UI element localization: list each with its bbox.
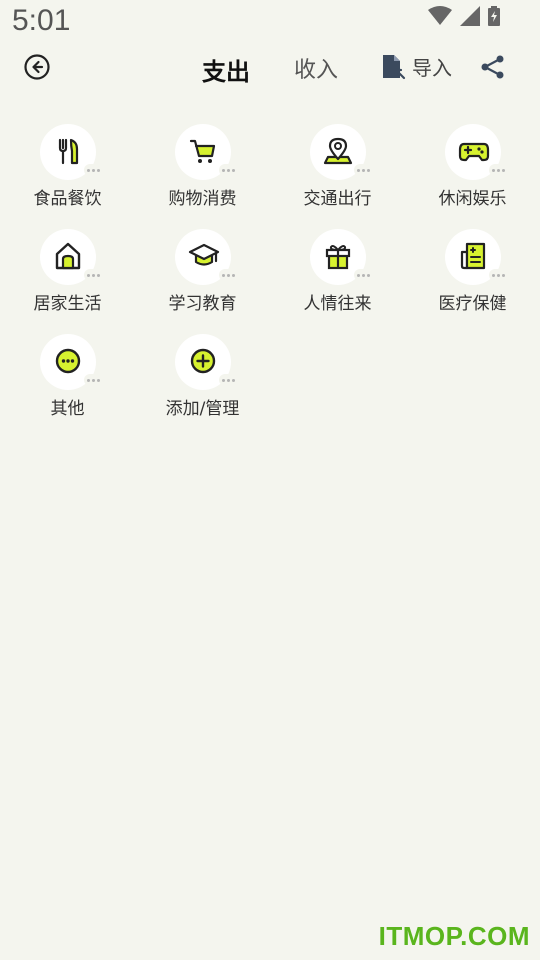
status-bar: 5:01: [0, 0, 540, 44]
file-import-icon: [383, 54, 406, 79]
category-label: 居家生活: [33, 294, 102, 314]
more-dots-icon: [218, 269, 239, 281]
more-dots-icon: [353, 269, 374, 281]
category-icon-circle: [39, 334, 104, 390]
watermark: ITMOP.COM: [378, 921, 530, 951]
more-dots-icon: [218, 374, 239, 386]
more-dots-icon: [83, 164, 104, 176]
category-label: 医疗保健: [438, 294, 507, 314]
category-education[interactable]: 学习教育: [135, 229, 270, 314]
category-social[interactable]: 人情往来: [270, 229, 405, 314]
signal-icon: [460, 6, 480, 26]
back-button[interactable]: [22, 52, 52, 82]
category-label: 购物消费: [168, 189, 237, 209]
status-time: 5:01: [12, 4, 71, 37]
house-icon: [55, 242, 80, 270]
category-label: 食品餐饮: [33, 189, 102, 209]
status-icons: [428, 6, 500, 26]
category-food[interactable]: 食品餐饮: [0, 124, 135, 209]
add-circle-icon: [190, 348, 215, 374]
category-label: 交通出行: [303, 189, 372, 209]
more-dots-icon: [488, 269, 509, 281]
gamepad-icon: [458, 142, 489, 162]
category-medical[interactable]: 医疗保健: [405, 229, 540, 314]
tab-income[interactable]: 收入: [294, 52, 338, 84]
shopping-cart-icon: [189, 139, 215, 163]
header: 支出 收入 导入: [0, 44, 540, 90]
fork-knife-icon: [58, 138, 78, 165]
category-icon-circle: [39, 229, 104, 285]
category-home[interactable]: 居家生活: [0, 229, 135, 314]
category-icon-circle: [309, 124, 374, 180]
share-icon[interactable]: [480, 54, 506, 80]
category-icon-circle: [309, 229, 374, 285]
category-leisure[interactable]: 休闲娱乐: [405, 124, 540, 209]
tab-expense[interactable]: 支出: [202, 52, 250, 87]
more-dots-icon: [83, 374, 104, 386]
medical-record-icon: [460, 242, 485, 270]
category-shopping[interactable]: 购物消费: [135, 124, 270, 209]
more-dots-icon: [353, 164, 374, 176]
category-label: 休闲娱乐: [438, 189, 507, 209]
more-dots-icon: [218, 164, 239, 176]
battery-icon: [488, 6, 500, 26]
category-label: 学习教育: [168, 294, 237, 314]
graduation-cap-icon: [188, 243, 219, 266]
gift-icon: [325, 245, 350, 270]
category-icon-circle: [174, 229, 239, 285]
more-circle-icon: [55, 348, 80, 374]
more-dots-icon: [488, 164, 509, 176]
category-transport[interactable]: 交通出行: [270, 124, 405, 209]
wifi-icon: [428, 6, 452, 25]
category-add-manage[interactable]: 添加/管理: [135, 334, 270, 419]
category-icon-circle: [174, 334, 239, 390]
category-icon-circle: [444, 229, 509, 285]
category-other[interactable]: 其他: [0, 334, 135, 419]
more-dots-icon: [83, 269, 104, 281]
import-button[interactable]: 导入: [380, 52, 452, 81]
category-icon-circle: [444, 124, 509, 180]
location-pin-icon: [323, 137, 352, 165]
category-label: 添加/管理: [165, 399, 240, 419]
category-icon-circle: [39, 124, 104, 180]
import-label: 导入: [412, 56, 452, 80]
category-icon-circle: [174, 124, 239, 180]
category-label: 人情往来: [303, 294, 372, 314]
category-label: 其他: [50, 399, 85, 419]
